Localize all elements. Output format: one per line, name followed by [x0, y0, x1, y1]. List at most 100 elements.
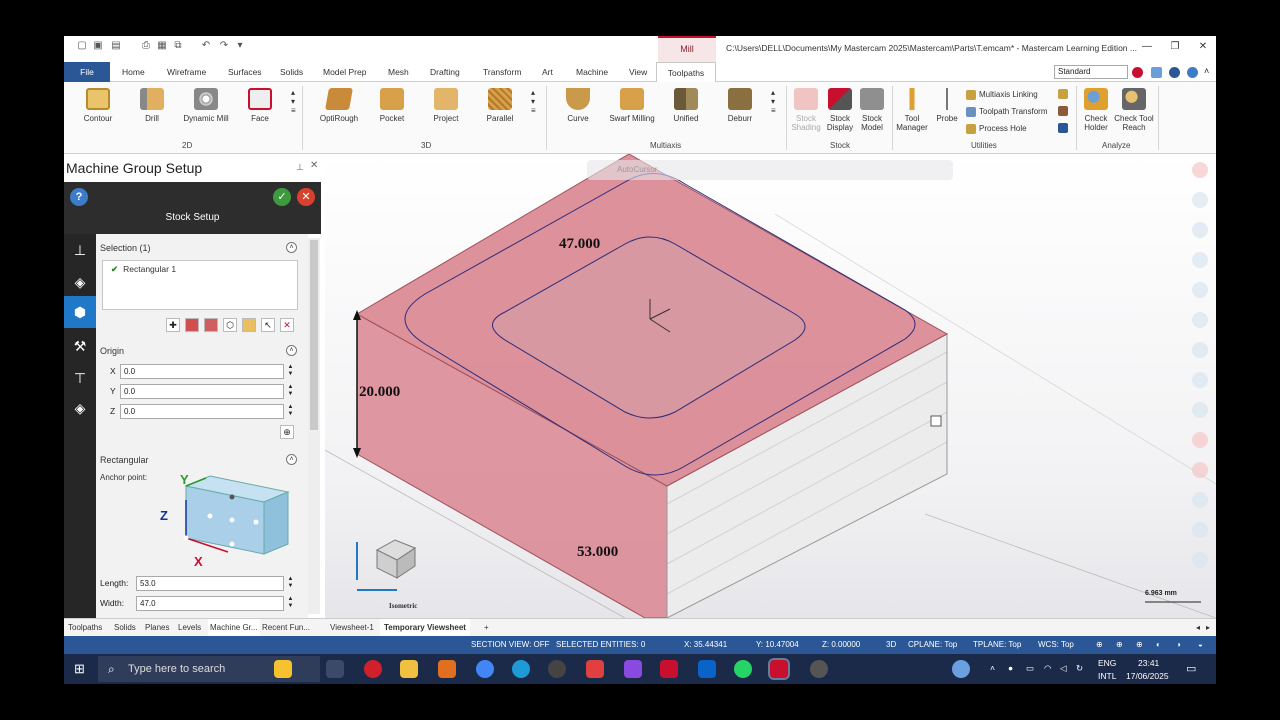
mesh-select-icon[interactable]	[204, 318, 218, 332]
microphone-icon[interactable]: ●	[1008, 663, 1013, 673]
autocursor-toolbar[interactable]: AutoCursor	[587, 160, 953, 180]
origin-z-spinner[interactable]: ▲ ▼	[286, 404, 295, 418]
tab-mesh[interactable]: Mesh	[388, 62, 409, 82]
wireframe-icon[interactable]	[1192, 372, 1208, 388]
tab-toolpaths-manager[interactable]: Toolpaths	[68, 619, 102, 637]
battery-icon[interactable]: ▭	[1026, 663, 1034, 674]
2d-gallery-scroll-icon[interactable]: ▴ ▾ ≡	[291, 88, 296, 115]
check-holder-button[interactable]: Check Holder	[1078, 88, 1114, 132]
globe-icon-3[interactable]: ⊕	[1136, 636, 1143, 654]
file-explorer-icon[interactable]	[400, 660, 418, 678]
length-input[interactable]: 53.0	[136, 576, 284, 591]
message-icon[interactable]	[1151, 67, 1162, 78]
section-icon[interactable]	[1192, 432, 1208, 448]
add-viewsheet-button[interactable]: +	[484, 619, 489, 637]
rotate-icon[interactable]	[1192, 252, 1208, 268]
files-page-icon[interactable]: ⊥	[70, 240, 90, 260]
clock-date[interactable]: 17/06/2025	[1126, 671, 1169, 681]
settings-icon[interactable]	[1192, 552, 1208, 568]
globe-icon-2[interactable]: ⊕	[1116, 636, 1123, 654]
selection-collapse-icon[interactable]: ˄	[286, 242, 297, 253]
utility-extra-icon-1[interactable]	[1058, 89, 1071, 99]
chrome-icon[interactable]	[476, 660, 494, 678]
utility-extra-icon-3[interactable]	[1058, 123, 1071, 133]
tab-machine-group[interactable]: Machine Gr...	[208, 619, 260, 637]
dynamic-mill-button[interactable]: Dynamic Mill	[180, 88, 232, 123]
tab-view[interactable]: View	[629, 62, 647, 82]
tab-viewsheet-1[interactable]: Viewsheet-1	[330, 619, 374, 637]
style-select[interactable]: Standard	[1054, 65, 1128, 79]
help-icon[interactable]	[1187, 67, 1198, 78]
language-eng[interactable]: ENG	[1098, 658, 1116, 668]
mastercam-taskbar-icon[interactable]	[768, 658, 790, 680]
face-button[interactable]: Face	[244, 88, 276, 123]
tab-planes-manager[interactable]: Planes	[145, 619, 169, 637]
unified-button[interactable]: Unified	[668, 88, 704, 123]
tab-recent-functions[interactable]: Recent Fun...	[262, 619, 310, 637]
save-as-icon[interactable]: ▦	[156, 40, 168, 52]
stop-icon[interactable]	[1192, 162, 1208, 178]
display-mode-icon[interactable]: ◒	[1198, 636, 1203, 654]
file-select-icon[interactable]	[242, 318, 256, 332]
toolpath-transform-button[interactable]: Toolpath Transform	[966, 107, 1047, 117]
restore-icon[interactable]: ❐	[1168, 41, 1182, 52]
panel-close-icon[interactable]: ✕	[310, 160, 318, 171]
safety-zone-page-icon[interactable]: ⚒	[70, 336, 90, 356]
cursor-select-icon[interactable]: ↖	[261, 318, 275, 332]
zoom-icon[interactable]	[1192, 192, 1208, 208]
bounding-box-icon[interactable]: ⬡	[223, 318, 237, 332]
app-red-icon[interactable]	[586, 660, 604, 678]
tab-scroll-left-icon[interactable]: ◂	[1196, 619, 1200, 637]
check-tool-reach-button[interactable]: Check Tool Reach	[1114, 88, 1154, 132]
tray-chevron-icon[interactable]: ˄	[990, 663, 995, 673]
windows-start-icon[interactable]: ⊞	[74, 662, 88, 676]
close-icon[interactable]: ✕	[1196, 41, 1210, 52]
undo-icon[interactable]: ↶	[200, 40, 212, 52]
tab-solids-manager[interactable]: Solids	[114, 619, 136, 637]
origin-z-input[interactable]: 0.0	[120, 404, 284, 419]
tab-art[interactable]: Art	[542, 62, 553, 82]
origin-collapse-icon[interactable]: ˄	[286, 345, 297, 356]
minimize-icon[interactable]: —	[1140, 41, 1154, 52]
tab-wireframe[interactable]: Wireframe	[167, 62, 206, 82]
tab-surfaces[interactable]: Surfaces	[228, 62, 262, 82]
view-cube[interactable]	[349, 534, 429, 604]
task-view-icon[interactable]	[326, 660, 344, 678]
panel-scrollbar[interactable]	[308, 238, 320, 614]
tab-drafting[interactable]: Drafting	[430, 62, 460, 82]
contour-button[interactable]: Contour	[78, 88, 118, 123]
snap-icon[interactable]	[1192, 522, 1208, 538]
drill-button[interactable]: Drill	[134, 88, 170, 123]
view-wire-icon[interactable]: ◑	[1176, 636, 1181, 654]
optirough-button[interactable]: OptiRough	[316, 88, 362, 123]
new-file-icon[interactable]: ▢	[76, 40, 88, 52]
tab-file[interactable]: File	[64, 62, 110, 82]
hide-icon[interactable]	[1192, 342, 1208, 358]
tab-toolpaths[interactable]: Toolpaths	[656, 62, 716, 83]
material-page-icon[interactable]: ◈	[70, 398, 90, 418]
mode-toggle[interactable]: 3D	[886, 636, 896, 654]
curve-button[interactable]: Curve	[560, 88, 596, 123]
section-view-status[interactable]: SECTION VIEW: OFF	[471, 636, 550, 654]
stock-model-button[interactable]: Stock Model	[856, 88, 888, 132]
stock-setup-page-icon[interactable]: ⬢	[64, 296, 96, 328]
multiaxis-linking-button[interactable]: Multiaxis Linking	[966, 90, 1038, 100]
remove-selection-icon[interactable]: ✕	[280, 318, 294, 332]
tab-solids[interactable]: Solids	[280, 62, 303, 82]
probe-button[interactable]: Probe	[932, 88, 962, 123]
open-icon[interactable]: ▤	[110, 40, 122, 52]
tab-transform[interactable]: Transform	[483, 62, 521, 82]
pick-origin-icon[interactable]: ⊕	[280, 425, 294, 439]
origin-x-spinner[interactable]: ▲ ▼	[286, 364, 295, 378]
deburr-button[interactable]: Deburr	[722, 88, 758, 123]
solid-select-icon[interactable]	[185, 318, 199, 332]
length-spinner[interactable]: ▲ ▼	[286, 576, 295, 590]
origin-y-spinner[interactable]: ▲ ▼	[286, 384, 295, 398]
info-icon[interactable]	[1169, 67, 1180, 78]
tplane-status[interactable]: TPLANE: Top	[973, 636, 1021, 654]
swarf-milling-button[interactable]: Swarf Milling	[606, 88, 658, 123]
multiaxis-gallery-scroll-icon[interactable]: ▴ ▾ ≡	[771, 88, 776, 115]
whatsapp-icon[interactable]	[734, 660, 752, 678]
dell-icon[interactable]	[548, 660, 566, 678]
anchor-point-diagram[interactable]: Y Z X	[156, 472, 298, 570]
